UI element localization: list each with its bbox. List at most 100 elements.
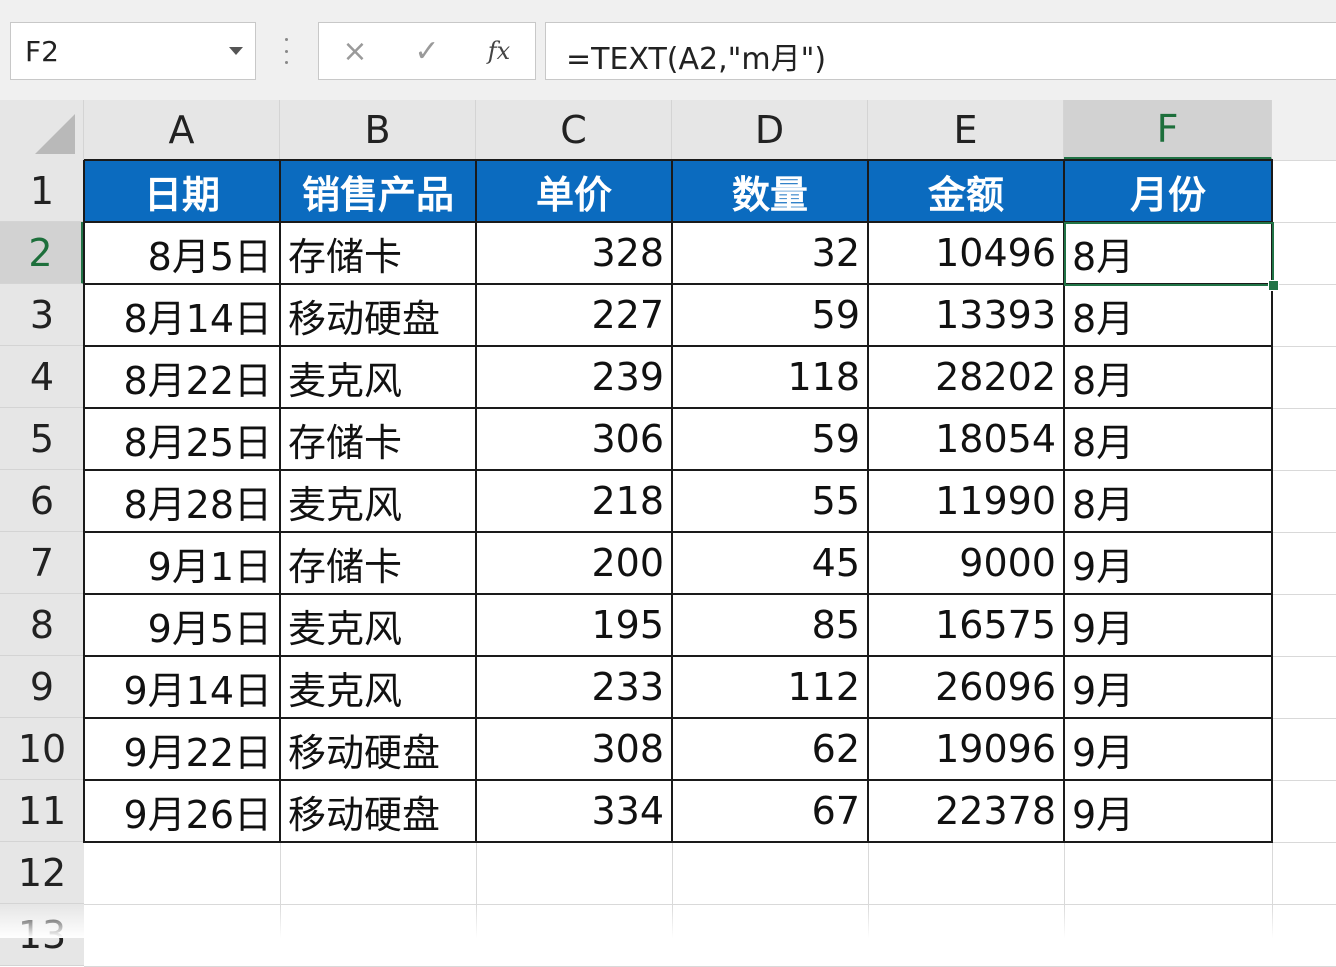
column-header-c[interactable]: C xyxy=(476,100,672,160)
table-cell[interactable]: 麦克风 xyxy=(280,346,476,408)
row-header-3[interactable]: 3 xyxy=(0,284,84,346)
chevron-down-icon[interactable] xyxy=(229,47,243,55)
row-header-4[interactable]: 4 xyxy=(0,346,84,408)
table-cell[interactable]: 8月28日 xyxy=(84,470,280,532)
table-cell[interactable]: 9月1日 xyxy=(84,532,280,594)
table-cell[interactable]: 239 xyxy=(476,346,672,408)
table-cell[interactable]: 334 xyxy=(476,780,672,842)
table-cell[interactable]: 227 xyxy=(476,284,672,346)
table-cell[interactable]: 8月 xyxy=(1064,408,1272,470)
table-cell[interactable]: 移动硬盘 xyxy=(280,780,476,842)
table-cell[interactable]: 9月 xyxy=(1064,780,1272,842)
table-cell[interactable]: 8月 xyxy=(1064,284,1272,346)
table-cell[interactable]: 200 xyxy=(476,532,672,594)
table-cell[interactable]: 9月 xyxy=(1064,532,1272,594)
table-cell[interactable]: 59 xyxy=(672,284,868,346)
table-border xyxy=(83,531,1273,533)
table-cell[interactable]: 麦克风 xyxy=(280,594,476,656)
row-header-8[interactable]: 8 xyxy=(0,594,84,656)
insert-function-icon[interactable]: fx xyxy=(469,23,529,79)
table-cell[interactable]: 9月14日 xyxy=(84,656,280,718)
row-header-11[interactable]: 11 xyxy=(0,780,84,842)
table-cell[interactable]: 118 xyxy=(672,346,868,408)
table-cell[interactable]: 218 xyxy=(476,470,672,532)
table-cell[interactable]: 8月5日 xyxy=(84,222,280,284)
formula-bar-area: F2 × ✓ fx =TEXT(A2,"m月") xyxy=(0,0,1336,100)
row-header-7[interactable]: 7 xyxy=(0,532,84,594)
table-header-cell[interactable]: 销售产品 xyxy=(280,160,476,222)
table-cell[interactable]: 59 xyxy=(672,408,868,470)
table-cell[interactable]: 85 xyxy=(672,594,868,656)
table-cell[interactable]: 11990 xyxy=(868,470,1064,532)
table-cell[interactable]: 16575 xyxy=(868,594,1064,656)
row-header-12[interactable]: 12 xyxy=(0,842,84,904)
table-cell[interactable]: 8月22日 xyxy=(84,346,280,408)
table-cell[interactable]: 112 xyxy=(672,656,868,718)
table-cell[interactable]: 62 xyxy=(672,718,868,780)
column-header-a[interactable]: A xyxy=(84,100,280,160)
fill-handle[interactable] xyxy=(1268,280,1279,291)
column-header-b[interactable]: B xyxy=(280,100,476,160)
table-header-cell[interactable]: 数量 xyxy=(672,160,868,222)
column-header-d[interactable]: D xyxy=(672,100,868,160)
select-all-triangle-icon xyxy=(35,114,75,154)
table-cell[interactable]: 9月 xyxy=(1064,718,1272,780)
table-cell[interactable]: 8月14日 xyxy=(84,284,280,346)
table-cell[interactable]: 328 xyxy=(476,222,672,284)
row-header-1[interactable]: 1 xyxy=(0,160,84,222)
table-cell[interactable]: 32 xyxy=(672,222,868,284)
table-header-cell[interactable]: 日期 xyxy=(84,160,280,222)
check-icon[interactable]: ✓ xyxy=(397,23,457,79)
table-cell[interactable]: 45 xyxy=(672,532,868,594)
table-cell[interactable]: 存储卡 xyxy=(280,222,476,284)
table-cell[interactable]: 8月 xyxy=(1064,222,1272,284)
table-cell[interactable]: 移动硬盘 xyxy=(280,284,476,346)
row-header-2[interactable]: 2 xyxy=(0,222,84,284)
table-border xyxy=(1271,160,1273,843)
table-cell[interactable]: 9月5日 xyxy=(84,594,280,656)
table-border xyxy=(83,283,1273,285)
table-border xyxy=(83,469,1273,471)
table-cell[interactable]: 26096 xyxy=(868,656,1064,718)
table-cell[interactable]: 9月 xyxy=(1064,656,1272,718)
table-cell[interactable]: 22378 xyxy=(868,780,1064,842)
table-header-cell[interactable]: 金额 xyxy=(868,160,1064,222)
table-cell[interactable]: 9月26日 xyxy=(84,780,280,842)
table-cell[interactable]: 55 xyxy=(672,470,868,532)
table-cell[interactable]: 麦克风 xyxy=(280,656,476,718)
bottom-fade xyxy=(0,905,1336,938)
table-cell[interactable]: 存储卡 xyxy=(280,408,476,470)
table-header-cell[interactable]: 月份 xyxy=(1064,160,1272,222)
table-header-cell[interactable]: 单价 xyxy=(476,160,672,222)
row-header-6[interactable]: 6 xyxy=(0,470,84,532)
table-cell[interactable]: 28202 xyxy=(868,346,1064,408)
table-cell[interactable]: 233 xyxy=(476,656,672,718)
row-header-10[interactable]: 10 xyxy=(0,718,84,780)
column-header-f[interactable]: F xyxy=(1064,100,1272,160)
row-header-5[interactable]: 5 xyxy=(0,408,84,470)
table-cell[interactable]: 麦克风 xyxy=(280,470,476,532)
table-cell[interactable]: 9000 xyxy=(868,532,1064,594)
table-cell[interactable]: 8月 xyxy=(1064,346,1272,408)
table-cell[interactable]: 10496 xyxy=(868,222,1064,284)
table-cell[interactable]: 8月25日 xyxy=(84,408,280,470)
column-header-e[interactable]: E xyxy=(868,100,1064,160)
select-all-button[interactable] xyxy=(0,100,84,160)
table-cell[interactable]: 移动硬盘 xyxy=(280,718,476,780)
table-cell[interactable]: 195 xyxy=(476,594,672,656)
table-cell[interactable]: 13393 xyxy=(868,284,1064,346)
table-cell[interactable]: 308 xyxy=(476,718,672,780)
table-cell[interactable]: 9月22日 xyxy=(84,718,280,780)
table-cell[interactable]: 67 xyxy=(672,780,868,842)
table-cell[interactable]: 19096 xyxy=(868,718,1064,780)
table-cell[interactable]: 存储卡 xyxy=(280,532,476,594)
table-cell[interactable]: 9月 xyxy=(1064,594,1272,656)
cancel-icon[interactable]: × xyxy=(325,23,385,79)
table-cell[interactable]: 18054 xyxy=(868,408,1064,470)
row-header-9[interactable]: 9 xyxy=(0,656,84,718)
table-cell[interactable]: 8月 xyxy=(1064,470,1272,532)
drag-handle-icon[interactable] xyxy=(283,38,289,64)
formula-input[interactable]: =TEXT(A2,"m月") xyxy=(545,22,1336,80)
table-cell[interactable]: 306 xyxy=(476,408,672,470)
name-box[interactable]: F2 xyxy=(10,22,256,80)
